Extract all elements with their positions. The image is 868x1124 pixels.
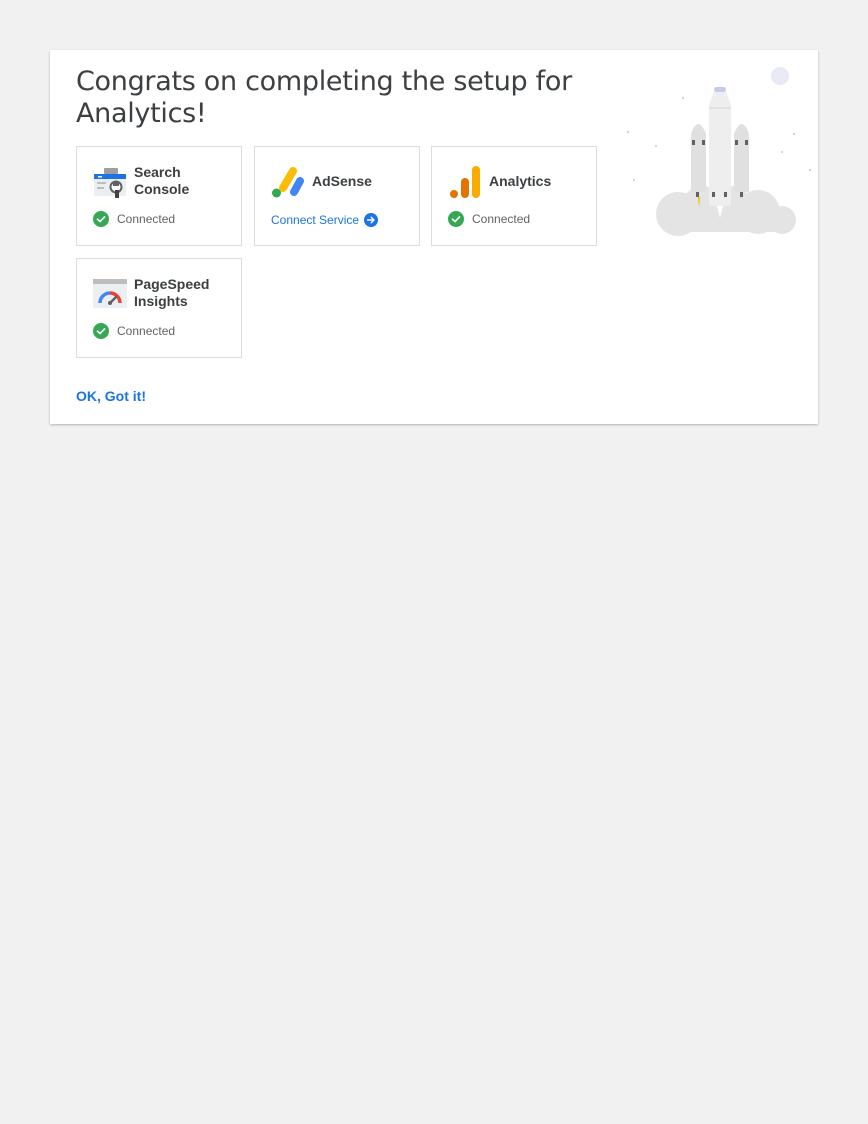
- status-connected: Connected: [448, 211, 530, 227]
- arrow-right-circle-icon: [364, 213, 379, 227]
- service-card-analytics[interactable]: Analytics Connected: [431, 146, 597, 246]
- check-circle-icon: [448, 211, 464, 227]
- page-title: Congrats on completing the setup for Ana…: [76, 66, 572, 129]
- analytics-icon: [450, 166, 480, 198]
- adsense-icon: [272, 167, 304, 198]
- service-name: Analytics: [489, 172, 552, 189]
- status-connected: Connected: [93, 323, 175, 339]
- connect-service-label: Connect Service: [271, 213, 360, 227]
- status-text: Connected: [117, 324, 176, 338]
- setup-complete-panel: Congrats on completing the setup for Ana…: [50, 50, 818, 424]
- status-text: Connected: [117, 212, 176, 226]
- rocket-launch-illustration: [627, 67, 811, 236]
- service-name: PageSpeed Insights: [134, 276, 210, 309]
- service-card-search-console[interactable]: Search Console Connected: [76, 146, 242, 246]
- status-connected: Connected: [93, 211, 175, 227]
- service-name: AdSense: [312, 172, 372, 189]
- ok-got-it-button[interactable]: OK, Got it!: [76, 388, 146, 404]
- check-circle-icon: [93, 211, 109, 227]
- status-text: Connected: [472, 212, 531, 226]
- service-card-adsense[interactable]: AdSense Connect Service: [254, 146, 420, 246]
- connect-service-link[interactable]: Connect Service: [271, 213, 379, 227]
- service-name: Search Console: [134, 164, 190, 197]
- search-console-icon: [94, 168, 126, 198]
- service-card-pagespeed-insights[interactable]: PageSpeed Insights Connected: [76, 258, 242, 358]
- check-circle-icon: [93, 323, 109, 339]
- pagespeed-insights-icon: [93, 279, 127, 308]
